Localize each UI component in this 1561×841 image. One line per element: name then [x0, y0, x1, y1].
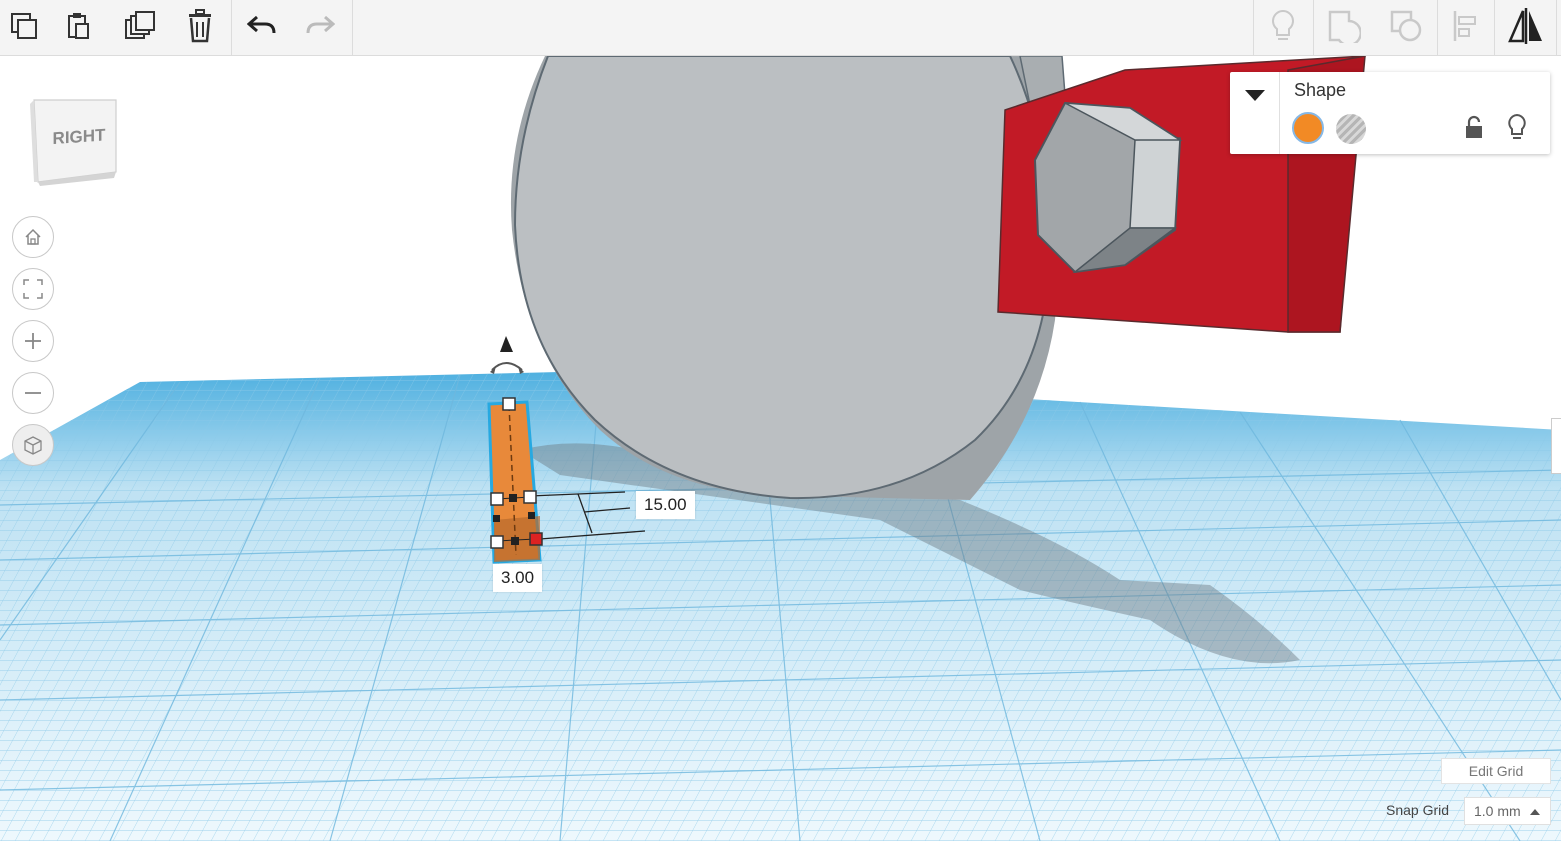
- paste-icon[interactable]: [55, 4, 103, 48]
- snap-grid-value: 1.0 mm: [1474, 803, 1521, 819]
- side-panel-toggle[interactable]: [1551, 418, 1561, 474]
- align-icon[interactable]: [1442, 4, 1490, 48]
- home-icon: [25, 228, 41, 245]
- perspective-button[interactable]: [12, 424, 54, 466]
- lightbulb-icon[interactable]: [1503, 112, 1531, 142]
- duplicate-icon[interactable]: [116, 4, 164, 48]
- undo-icon[interactable]: [238, 4, 286, 48]
- zoom-in-icon: [25, 333, 41, 349]
- edit-grid-button[interactable]: Edit Grid: [1441, 758, 1551, 784]
- fit-view-button[interactable]: [12, 268, 54, 310]
- view-cube-label: RIGHT: [53, 125, 106, 148]
- caret-up-icon: [1530, 809, 1540, 815]
- copy-icon[interactable]: [0, 4, 48, 48]
- ungroup-icon[interactable]: [1382, 4, 1430, 48]
- collapse-panel-button[interactable]: [1230, 72, 1280, 154]
- group-icon[interactable]: [1320, 4, 1368, 48]
- lightbulb-icon[interactable]: [1259, 4, 1307, 48]
- zoom-in-button[interactable]: [12, 320, 54, 362]
- workplane-viewport[interactable]: 15.00 3.00: [0, 56, 1561, 841]
- main-toolbar: [0, 0, 1561, 56]
- width-dimension-label[interactable]: 3.00: [493, 564, 543, 592]
- snap-grid-select[interactable]: 1.0 mm: [1464, 797, 1551, 825]
- solid-color-swatch[interactable]: [1292, 112, 1324, 144]
- zoom-out-icon: [25, 392, 41, 394]
- lock-icon[interactable]: [1460, 112, 1488, 142]
- delete-icon[interactable]: [176, 4, 224, 48]
- fit-view-icon: [23, 279, 43, 299]
- perspective-icon: [24, 436, 42, 455]
- chevron-down-icon: [1244, 90, 1265, 101]
- height-dimension-label[interactable]: 15.00: [636, 491, 695, 519]
- hole-swatch[interactable]: [1336, 114, 1366, 144]
- panel-title: Shape: [1294, 80, 1347, 100]
- snap-grid-label: Snap Grid: [1386, 802, 1450, 818]
- mirror-icon[interactable]: [1502, 4, 1550, 48]
- home-view-button[interactable]: [12, 216, 54, 258]
- redo-icon[interactable]: [296, 4, 344, 48]
- shape-inspector-panel: Shape: [1230, 72, 1550, 154]
- view-cube[interactable]: RIGHT: [26, 96, 122, 192]
- zoom-out-button[interactable]: [12, 372, 54, 414]
